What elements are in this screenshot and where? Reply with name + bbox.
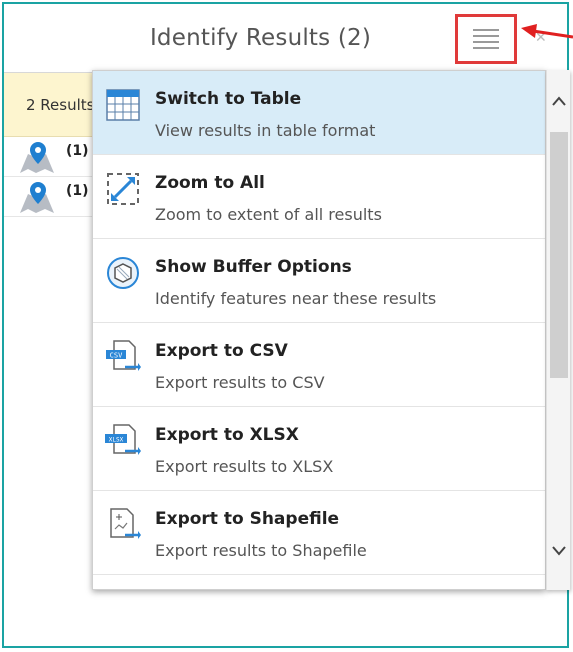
result-row[interactable]: (1) <box>4 177 92 217</box>
menu-scrollbar[interactable] <box>546 70 570 590</box>
menu-item-desc: Export results to CSV <box>155 373 325 392</box>
menu-item-export-shapefile[interactable]: Export to Shapefile Export results to Sh… <box>93 491 545 575</box>
chevron-up-icon[interactable] <box>551 95 567 107</box>
menu-item-switch-to-table[interactable]: Switch to Table View results in table fo… <box>93 71 545 155</box>
svg-text:XLSX: XLSX <box>109 437 124 444</box>
menu-item-desc: Export results to XLSX <box>155 457 334 476</box>
panel-header: Identify Results (2) ✕ <box>4 4 567 73</box>
xlsx-export-icon: XLSX <box>105 424 141 455</box>
results-summary: 2 Results <box>4 73 92 137</box>
menu-item-label: Export to CSV <box>155 341 288 361</box>
map-pin-icon <box>20 181 54 213</box>
menu-item-desc: Zoom to extent of all results <box>155 205 382 224</box>
menu-item-export-csv[interactable]: CSV Export to CSV Export results to CSV <box>93 323 545 407</box>
results-count: 2 Results <box>26 95 92 114</box>
shapefile-export-icon <box>110 508 141 539</box>
menu-item-label: Export to XLSX <box>155 425 299 445</box>
menu-item-label: Show Buffer Options <box>155 257 352 277</box>
buffer-icon <box>107 257 139 289</box>
callout-arrow-icon <box>521 24 573 39</box>
chevron-down-icon[interactable] <box>551 545 567 557</box>
menu-item-label: Zoom to All <box>155 173 265 193</box>
menu-item-zoom-to-all[interactable]: Zoom to All Zoom to extent of all result… <box>93 155 545 239</box>
page-title: Identify Results (2) <box>149 25 372 51</box>
menu-item-label: Export to Shapefile <box>155 509 340 529</box>
hamburger-icon <box>473 25 499 53</box>
menu-item-desc: Identify features near these results <box>155 289 437 308</box>
svg-text:CSV: CSV <box>110 352 123 360</box>
scrollbar-thumb[interactable] <box>550 132 568 378</box>
identify-results-panel: Identify Results (2) ✕ 2 Results (1) (1) <box>2 2 570 648</box>
map-pin-icon <box>20 141 54 173</box>
csv-export-icon: CSV <box>106 340 141 371</box>
menu-item-desc: Export results to Shapefile <box>155 541 367 560</box>
result-label: (1) <box>66 182 89 199</box>
menu-item-export-xlsx[interactable]: XLSX Export to XLSX Export results to XL… <box>93 407 545 491</box>
result-label: (1) <box>66 142 89 159</box>
menu-item-label: Switch to Table <box>155 89 302 109</box>
menu-item-desc: View results in table format <box>155 121 376 140</box>
options-menu: Switch to Table View results in table fo… <box>92 70 546 590</box>
menu-item-show-buffer-options[interactable]: Show Buffer Options Identify features ne… <box>93 239 545 323</box>
result-row[interactable]: (1) <box>4 137 92 177</box>
zoom-extent-icon <box>107 173 139 205</box>
menu-button[interactable] <box>455 14 517 64</box>
table-icon <box>106 89 140 121</box>
